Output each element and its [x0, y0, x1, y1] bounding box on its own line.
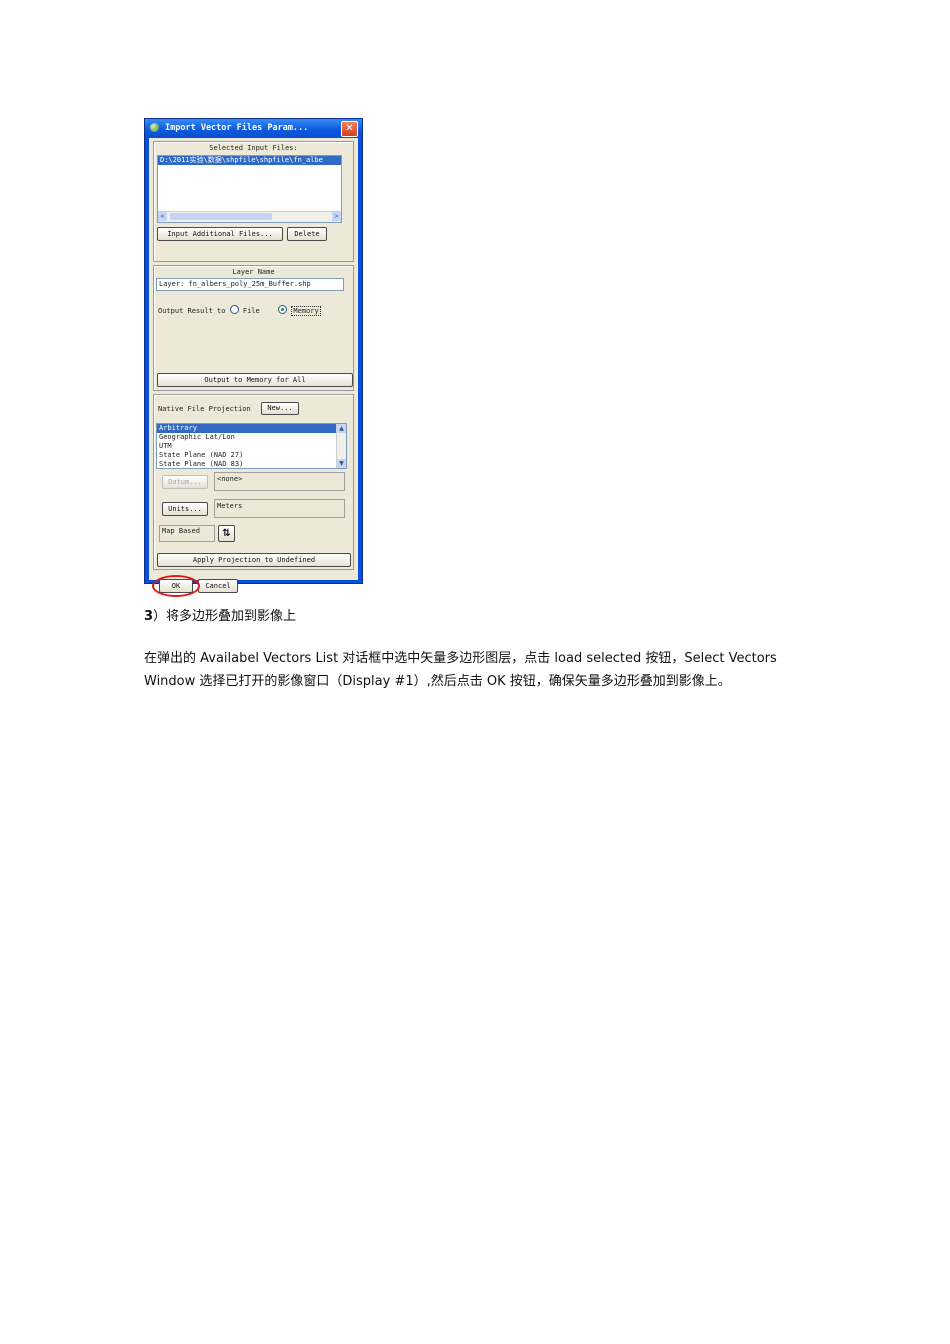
step-number: 3	[144, 609, 154, 624]
output-to-memory-for-all-button[interactable]: Output to Memory for All	[157, 373, 353, 387]
datum-button[interactable]: Datum...	[162, 475, 208, 489]
import-vector-dialog: Import Vector Files Param... ✕ Selected …	[144, 118, 363, 597]
scroll-up-icon[interactable]: ▲	[337, 424, 346, 433]
scroll-down-icon[interactable]: ▼	[337, 459, 346, 468]
layer-name-field[interactable]: Layer: fn_albers_poly_25m_Buffer.shp	[156, 278, 344, 291]
close-icon[interactable]: ✕	[341, 121, 358, 137]
selected-files-listbox[interactable]: D:\2011实验\数据\shpfile\shpfile\fn_albe < >	[157, 155, 342, 223]
dialog-client-area: Selected Input Files: D:\2011实验\数据\shpfi…	[149, 138, 358, 597]
units-value: Meters	[214, 499, 345, 518]
projection-vertical-scrollbar[interactable]: ▲ ▼	[336, 424, 346, 468]
output-result-label: Output Result to	[158, 307, 226, 315]
paragraph-line-1: 在弹出的 Availabel Vectors List 对话框中选中矢量多边形图…	[144, 651, 777, 666]
step-title: ）将多边形叠加到影像上	[153, 609, 297, 624]
units-button[interactable]: Units...	[162, 502, 208, 516]
selected-input-files-label: Selected Input Files:	[209, 144, 298, 152]
paragraph-line-2: Window 选择已打开的影像窗口（Display #1）,然后点击 OK 按钮…	[144, 674, 731, 689]
datum-value: <none>	[214, 472, 345, 491]
files-horizontal-scrollbar[interactable]: < >	[158, 211, 341, 222]
cancel-button[interactable]: Cancel	[198, 579, 238, 593]
input-additional-files-button[interactable]: Input Additional Files...	[157, 227, 283, 241]
map-based-toggle-arrows-icon[interactable]: ⇅	[218, 525, 235, 542]
app-globe-icon	[150, 123, 159, 132]
map-based-label: Map Based	[159, 525, 215, 542]
projection-item[interactable]: UTM	[157, 442, 346, 451]
output-file-radio[interactable]	[229, 305, 239, 314]
projection-item[interactable]: Arbitrary	[157, 424, 346, 433]
output-file-label[interactable]: File	[243, 307, 260, 315]
projection-panel: Native File Projection New... Arbitrary …	[153, 394, 354, 570]
scroll-right-icon[interactable]: >	[332, 212, 341, 221]
input-files-panel: Selected Input Files: D:\2011实验\数据\shpfi…	[153, 141, 354, 262]
files-scroll-thumb[interactable]	[170, 213, 272, 220]
projection-listbox[interactable]: Arbitrary Geographic Lat/Lon UTM State P…	[156, 423, 347, 469]
layer-output-panel: Layer Name Layer: fn_albers_poly_25m_Buf…	[153, 265, 354, 391]
scroll-left-icon[interactable]: <	[158, 212, 167, 221]
output-memory-label[interactable]: Memory	[291, 306, 321, 316]
selected-file-row[interactable]: D:\2011实验\数据\shpfile\shpfile\fn_albe	[158, 156, 341, 165]
dialog-titlebar[interactable]: Import Vector Files Param... ✕	[145, 119, 362, 137]
projection-item[interactable]: State Plane (NAD 83)	[157, 460, 346, 468]
step-heading: 3）将多边形叠加到影像上	[144, 606, 296, 628]
layer-name-label: Layer Name	[232, 268, 275, 276]
native-projection-label: Native File Projection	[158, 405, 251, 413]
projection-item[interactable]: Geographic Lat/Lon	[157, 433, 346, 442]
delete-button[interactable]: Delete	[287, 227, 327, 241]
apply-projection-button[interactable]: Apply Projection to Undefined	[157, 553, 351, 567]
projection-item[interactable]: State Plane (NAD 27)	[157, 451, 346, 460]
ok-button[interactable]: OK	[159, 579, 193, 593]
new-projection-button[interactable]: New...	[261, 402, 299, 415]
output-result-row: Output Result to File Memory	[158, 305, 321, 316]
output-memory-radio[interactable]	[278, 305, 288, 314]
dialog-title: Import Vector Files Param...	[165, 123, 309, 133]
